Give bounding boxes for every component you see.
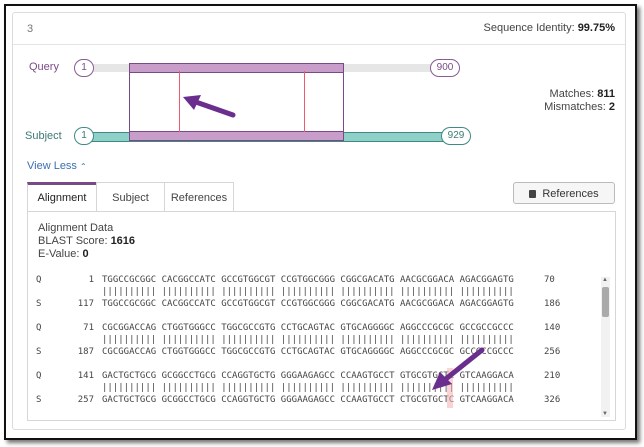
blast-score: BLAST Score: 1616 — [38, 235, 135, 247]
query-end-pill: 900 — [430, 59, 460, 77]
row-end: 140 — [544, 323, 561, 333]
matches-label: Matches: — [549, 88, 595, 100]
row-sequence: TGGCCGCGGC CACGGCCATC GCCGTGGCGT CCGTGGC… — [102, 275, 514, 285]
row-end: 210 — [544, 371, 561, 381]
tab-alignment[interactable]: Alignment — [27, 182, 97, 212]
references-button-label: References — [542, 188, 599, 200]
row-start: 257 — [77, 395, 94, 405]
subject-label: Subject — [25, 130, 62, 142]
identity-value: 99.75% — [577, 22, 615, 34]
subject-start-pill: 1 — [74, 127, 94, 145]
row-label: Q — [36, 323, 42, 333]
view-less-label: View Less — [27, 160, 77, 172]
scroll-down-icon[interactable]: ▼ — [602, 411, 608, 417]
alignment-text: Q 1 TGGCCGCGGC CACGGCCATC GCCGTGGCGT CCGTG… — [36, 272, 598, 415]
row-label: Q — [36, 371, 42, 381]
hit-number: 3 — [27, 23, 34, 35]
row-start: 187 — [77, 347, 94, 357]
references-button[interactable]: References — [513, 182, 615, 204]
row-start: 117 — [77, 299, 94, 309]
blast-score-value: 1616 — [110, 235, 136, 247]
sequence-identity: Sequence Identity: 99.75% — [484, 22, 616, 34]
mismatches-stat: Mismatches: 2 — [544, 101, 615, 113]
row-end: 186 — [544, 299, 561, 309]
tab-subject[interactable]: Subject — [96, 182, 165, 212]
annotation-arrow-icon — [183, 95, 236, 118]
mismatch-marker — [304, 71, 305, 132]
row-end: 326 — [544, 395, 561, 405]
match-bars: |||||||||| |||||||||| |||||||||| |||||||… — [102, 287, 514, 297]
query-label: Query — [29, 61, 59, 73]
mismatches-label: Mismatches: — [544, 101, 606, 113]
subject-aligned-region — [129, 131, 344, 141]
row-label: S — [36, 395, 42, 405]
blast-score-label: BLAST Score: — [38, 235, 108, 247]
alignment-card: 3 Sequence Identity: 99.75% Query Subjec… — [12, 12, 626, 430]
query-aligned-region — [129, 63, 344, 73]
e-value-label: E-Value: — [38, 248, 80, 260]
alignment-panel: Alignment Data BLAST Score: 1616 E-Value… — [27, 211, 616, 421]
e-value-value: 0 — [82, 248, 89, 260]
e-value: E-Value: 0 — [38, 248, 89, 260]
subject-end-pill: 929 — [441, 127, 471, 145]
row-label: S — [36, 347, 42, 357]
tab-references[interactable]: References — [164, 182, 234, 212]
mismatches-value: 2 — [608, 101, 615, 113]
row-label: S — [36, 299, 42, 309]
row-sequence: CGCGGACCAG CTGGTGGGCC TGGCGCCGTG CCTGCAG… — [102, 323, 514, 333]
chevron-up-icon: ⌃ — [80, 162, 87, 171]
scrollbar-thumb[interactable] — [602, 287, 609, 317]
row-start: 141 — [77, 371, 94, 381]
matches-stat: Matches: 811 — [550, 88, 615, 100]
query-start-pill: 1 — [74, 59, 94, 77]
row-end: 70 — [544, 275, 555, 285]
screenshot-frame: 3 Sequence Identity: 99.75% Query Subjec… — [4, 4, 637, 440]
row-start: 1 — [88, 275, 94, 285]
row-label: Q — [36, 275, 42, 285]
scroll-up-icon[interactable]: ▲ — [602, 277, 608, 283]
row-end: 256 — [544, 347, 561, 357]
identity-label: Sequence Identity: — [483, 22, 575, 34]
view-less-link[interactable]: View Less ⌃ — [27, 160, 87, 172]
book-icon — [529, 190, 537, 198]
alignment-title: Alignment Data — [38, 222, 114, 234]
header-divider — [13, 44, 625, 45]
row-sequence: TGGCCGCGGC CACGGCCATC GCCGTGGCGT CCGTGGC… — [102, 299, 514, 309]
annotation-arrow-icon — [432, 347, 485, 390]
row-start: 71 — [83, 323, 94, 333]
matches-value: 811 — [597, 88, 615, 100]
alignment-scrollbar[interactable]: ▲ ▼ — [601, 277, 610, 417]
